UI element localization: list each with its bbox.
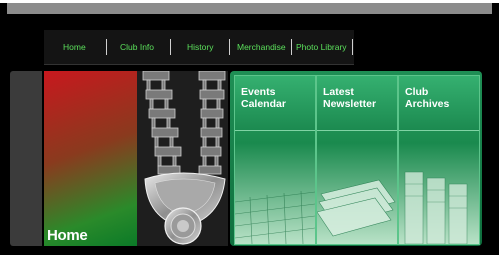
nav-separator — [170, 39, 171, 55]
calendar-image — [235, 190, 315, 244]
nav-item-photo-library[interactable]: Photo Library — [296, 30, 347, 64]
tile-title-line: Archives — [405, 98, 450, 110]
nav-item-home[interactable]: Home — [63, 30, 86, 64]
tile-title-line: Latest — [323, 86, 354, 98]
nav-item-club-info[interactable]: Club Info — [120, 30, 154, 64]
nav-separator — [106, 39, 107, 55]
newsletter-stack-image — [317, 179, 396, 237]
nav-separator — [229, 39, 230, 55]
tile-header: Club Archives — [399, 76, 479, 131]
top-bar — [7, 3, 492, 14]
tile-title-line: Club — [405, 86, 429, 98]
left-rail — [10, 71, 42, 246]
tile-title-line: Events — [241, 86, 276, 98]
chain-of-office-image — [137, 71, 228, 246]
tile-events-calendar[interactable]: Events Calendar — [234, 75, 316, 245]
tile-title-line: Calendar — [241, 98, 286, 110]
tile-latest-newsletter[interactable]: Latest Newsletter — [316, 75, 398, 245]
nav-separator — [352, 39, 353, 55]
main-nav: Home Club Info History Merchandise Photo… — [44, 30, 354, 65]
nav-separator — [291, 39, 292, 55]
feature-panel: Events Calendar Latest Newsletter Club A… — [230, 71, 482, 246]
tile-club-archives[interactable]: Club Archives — [398, 75, 480, 245]
nav-item-history[interactable]: History — [187, 30, 213, 64]
home-panel: Home — [44, 71, 137, 246]
tile-title-line: Newsletter — [323, 98, 377, 110]
page-title: Home — [47, 227, 88, 244]
archive-files-image — [404, 171, 468, 244]
nav-item-merchandise[interactable]: Merchandise — [237, 30, 286, 64]
tile-header: Events Calendar — [235, 76, 315, 131]
tile-header: Latest Newsletter — [317, 76, 397, 131]
